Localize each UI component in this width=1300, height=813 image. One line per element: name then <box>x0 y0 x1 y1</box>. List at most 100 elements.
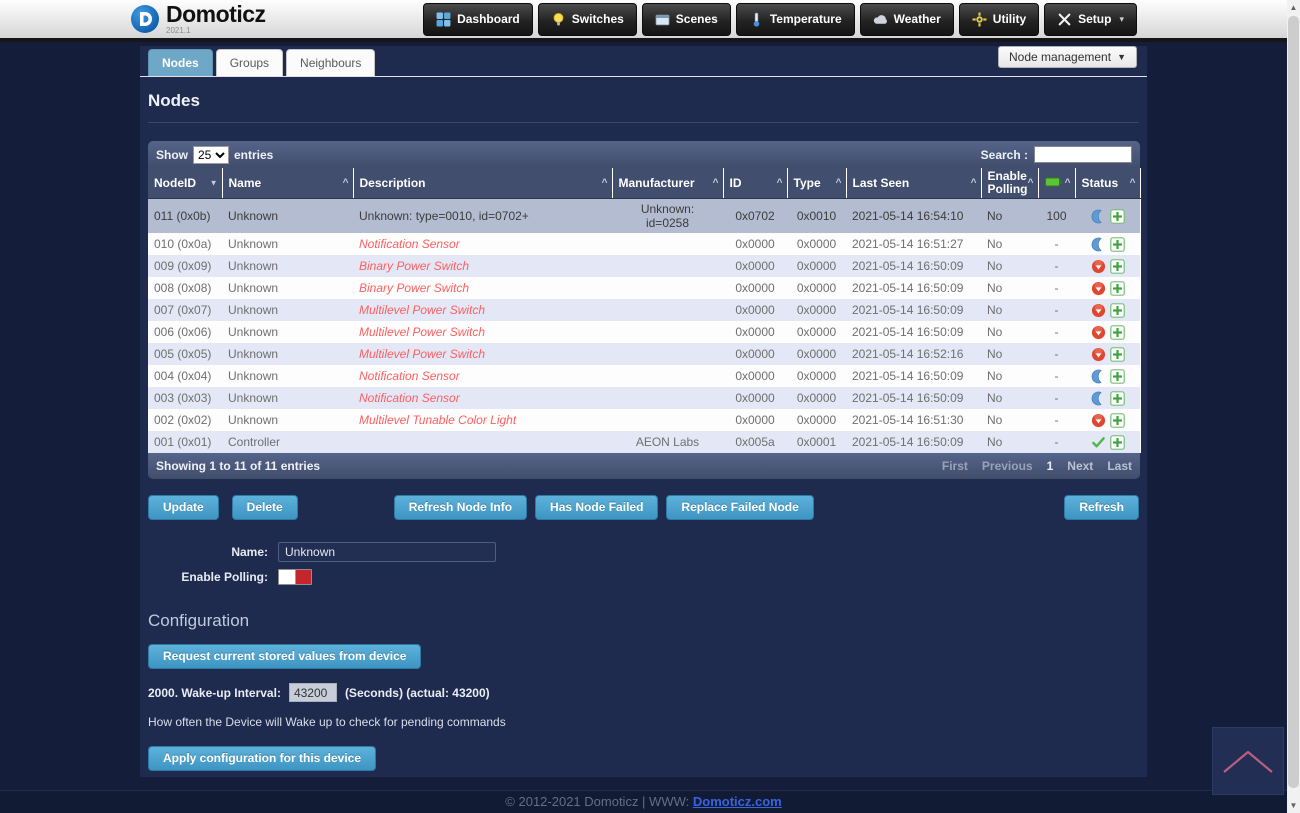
node-dead-icon <box>1091 413 1106 428</box>
table-row[interactable]: 005 (0x05)UnknownMultilevel Power Switch… <box>148 343 1140 365</box>
nav-dashboard[interactable]: Dashboard <box>423 3 533 36</box>
configuration-title: Configuration <box>148 611 1139 631</box>
nav-setup[interactable]: Setup ▾ <box>1044 3 1137 36</box>
wakeup-interval-input[interactable] <box>289 683 337 702</box>
nav-switches[interactable]: Switches <box>538 3 637 36</box>
pagination-last[interactable]: Last <box>1107 459 1132 473</box>
cell-last-seen: 2021-05-14 16:50:09 <box>846 387 981 409</box>
add-node-icon[interactable] <box>1110 325 1125 340</box>
name-input[interactable] <box>278 542 496 562</box>
table-row[interactable]: 010 (0x0a)UnknownNotification Sensor0x00… <box>148 233 1140 255</box>
update-button[interactable]: Update <box>148 495 219 520</box>
col-last-seen[interactable]: Last Seen^ <box>846 168 981 199</box>
table-row[interactable]: 002 (0x02)UnknownMultilevel Tunable Colo… <box>148 409 1140 431</box>
add-node-icon[interactable] <box>1110 369 1125 384</box>
cell-id: 0x0000 <box>723 255 787 277</box>
table-row[interactable]: 009 (0x09)UnknownBinary Power Switch0x00… <box>148 255 1140 277</box>
cell-polling: No <box>981 365 1038 387</box>
enable-polling-toggle[interactable] <box>278 569 312 585</box>
table-row[interactable]: 008 (0x08)UnknownBinary Power Switch0x00… <box>148 277 1140 299</box>
delete-button[interactable]: Delete <box>232 495 298 520</box>
add-node-icon[interactable] <box>1110 303 1125 318</box>
col-id[interactable]: ID^ <box>723 168 787 199</box>
node-dead-icon <box>1091 303 1106 318</box>
refresh-node-info-button[interactable]: Refresh Node Info <box>394 495 527 520</box>
add-node-icon[interactable] <box>1110 347 1125 362</box>
add-node-icon[interactable] <box>1110 435 1125 450</box>
add-node-icon[interactable] <box>1110 281 1125 296</box>
chevron-up-icon <box>1218 744 1278 778</box>
table-row[interactable]: 006 (0x06)UnknownMultilevel Power Switch… <box>148 321 1140 343</box>
apply-configuration-button[interactable]: Apply configuration for this device <box>148 746 376 771</box>
col-nodeid[interactable]: NodeID▼ <box>148 168 222 199</box>
table-row[interactable]: 003 (0x03)UnknownNotification Sensor0x00… <box>148 387 1140 409</box>
cell-last-seen: 2021-05-14 16:54:10 <box>846 199 981 234</box>
add-node-icon[interactable] <box>1110 391 1125 406</box>
add-node-icon[interactable] <box>1110 237 1125 252</box>
cell-battery: - <box>1038 343 1075 365</box>
add-node-icon[interactable] <box>1110 413 1125 428</box>
cell-status <box>1075 387 1140 409</box>
search-input[interactable] <box>1034 146 1132 163</box>
cell-node-id: 006 (0x06) <box>148 321 222 343</box>
scrollbar-thumb[interactable] <box>1288 16 1299 788</box>
cell-battery: - <box>1038 255 1075 277</box>
enable-polling-row: Enable Polling: <box>148 569 1139 585</box>
nav-scenes[interactable]: Scenes <box>642 3 731 36</box>
nav-utility[interactable]: Utility <box>959 3 1039 36</box>
table-row[interactable]: 007 (0x07)UnknownMultilevel Power Switch… <box>148 299 1140 321</box>
add-node-icon[interactable] <box>1110 259 1125 274</box>
cell-description: Notification Sensor <box>353 233 612 255</box>
tab-groups[interactable]: Groups <box>216 49 283 76</box>
col-status[interactable]: Status^ <box>1075 168 1140 199</box>
pagination-next[interactable]: Next <box>1067 459 1093 473</box>
col-manufacturer[interactable]: Manufacturer^ <box>612 168 723 199</box>
refresh-button[interactable]: Refresh <box>1064 495 1139 520</box>
add-node-icon[interactable] <box>1110 209 1125 224</box>
vertical-scrollbar[interactable]: ▲ ▼ <box>1287 0 1300 813</box>
col-enable-polling[interactable]: Enable Polling^ <box>981 168 1038 199</box>
pagination-first[interactable]: First <box>942 459 968 473</box>
nodes-table-body: 011 (0x0b)UnknownUnknown: type=0010, id=… <box>148 199 1140 454</box>
node-dead-icon <box>1091 347 1106 362</box>
table-row[interactable]: 011 (0x0b)UnknownUnknown: type=0010, id=… <box>148 199 1140 234</box>
pagination-page-1[interactable]: 1 <box>1047 459 1054 473</box>
replace-failed-node-button[interactable]: Replace Failed Node <box>666 495 813 520</box>
table-row[interactable]: 001 (0x01)ControllerAEON Labs0x005a0x000… <box>148 431 1140 453</box>
tab-nodes[interactable]: Nodes <box>148 49 213 76</box>
table-row[interactable]: 004 (0x04)UnknownNotification Sensor0x00… <box>148 365 1140 387</box>
scrollbar-up-arrow[interactable]: ▲ <box>1287 0 1300 15</box>
col-description[interactable]: Description^ <box>353 168 612 199</box>
sort-icon: ^ <box>971 177 977 190</box>
nav-weather[interactable]: Weather <box>860 3 954 36</box>
cell-node-id: 007 (0x07) <box>148 299 222 321</box>
tab-neighbours[interactable]: Neighbours <box>286 49 375 76</box>
col-battery[interactable]: ^ <box>1038 168 1075 199</box>
scrollbar-down-arrow[interactable]: ▼ <box>1287 798 1300 813</box>
node-management-dropdown[interactable]: Node management ▼ <box>998 46 1137 68</box>
brand[interactable]: Domoticz 2021.1 <box>130 3 266 35</box>
cell-manufacturer <box>612 387 723 409</box>
cell-description: Unknown: type=0010, id=0702+ <box>353 199 612 234</box>
cell-description: Multilevel Power Switch <box>353 343 612 365</box>
wakeup-interval-label: 2000. Wake-up Interval: <box>148 686 281 700</box>
cell-polling: No <box>981 233 1038 255</box>
scroll-to-top-button[interactable] <box>1212 727 1284 795</box>
table-footer: Showing 1 to 11 of 11 entries First Prev… <box>148 453 1140 479</box>
node-dead-icon <box>1091 281 1106 296</box>
col-name[interactable]: Name^ <box>222 168 353 199</box>
pagination-previous[interactable]: Previous <box>982 459 1033 473</box>
page-size-select[interactable]: 25 <box>193 146 229 164</box>
request-stored-values-button[interactable]: Request current stored values from devic… <box>148 644 421 669</box>
cell-id: 0x0702 <box>723 199 787 234</box>
col-type[interactable]: Type^ <box>787 168 846 199</box>
cell-polling: No <box>981 343 1038 365</box>
table-header-row: NodeID▼ Name^ Description^ Manufacturer^… <box>148 168 1140 199</box>
page-footer: © 2012-2021 Domoticz | WWW: Domoticz.com <box>0 790 1287 813</box>
domoticz-link[interactable]: Domoticz.com <box>693 794 782 809</box>
nav-temperature[interactable]: Temperature <box>736 3 855 36</box>
cell-battery: - <box>1038 299 1075 321</box>
has-node-failed-button[interactable]: Has Node Failed <box>535 495 658 520</box>
cell-description: Binary Power Switch <box>353 255 612 277</box>
cell-id: 0x0000 <box>723 365 787 387</box>
